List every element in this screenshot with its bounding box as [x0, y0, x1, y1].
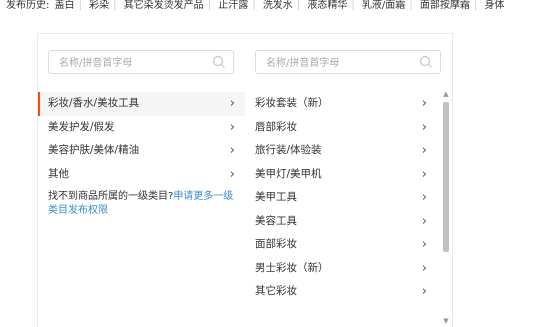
category-item-label: 美容护肤/美体/精油: [48, 144, 140, 156]
category-search-input[interactable]: [264, 51, 418, 75]
divider: |: [113, 0, 117, 11]
category-search-input[interactable]: [57, 51, 211, 75]
subcategory-item[interactable]: 唇部彩妆 ›: [245, 116, 452, 140]
chevron-right-icon: ›: [421, 190, 427, 205]
publish-history-bar: 发布历史: 盖白 | 彩染 | 其它染发烫发产品 | 止汗露 | 洗发水 | 液态精华 | …: [6, 0, 504, 14]
divider: |: [78, 0, 82, 11]
chevron-right-icon: ›: [421, 237, 427, 252]
subcategory-item-label: 旅行装/体验装: [255, 144, 322, 156]
category-item-hair[interactable]: 美发护发/假发 ›: [38, 116, 245, 140]
subcategory-item[interactable]: 美容工具 ›: [245, 210, 452, 234]
subcategory-item[interactable]: 旅行装/体验装 ›: [245, 139, 452, 163]
subcategory-item-label: 唇部彩妆: [255, 120, 297, 133]
subcategory-item-label: 美甲灯/美甲机: [255, 167, 322, 180]
scrollbar[interactable]: ▲ ▼: [442, 90, 450, 327]
category-search-box: [255, 50, 441, 75]
history-item[interactable]: 其它染发烫发产品: [124, 0, 204, 11]
history-item[interactable]: 乳液/面霜: [362, 0, 405, 11]
chevron-right-icon: ›: [229, 143, 235, 158]
category-column-level2: 彩妆套装（新） › 唇部彩妆 › 旅行装/体验装 › 美甲灯/美甲机 › 美甲工…: [245, 33, 453, 327]
chevron-right-icon: ›: [421, 119, 427, 135]
history-item[interactable]: 面部按摩霜: [420, 0, 470, 11]
chevron-right-icon: ›: [421, 284, 427, 299]
chevron-right-icon: ›: [421, 96, 427, 111]
history-item[interactable]: 彩染: [89, 0, 109, 11]
chevron-right-icon: ›: [229, 96, 235, 111]
history-item[interactable]: 洗发水: [263, 0, 293, 11]
subcategory-item-label: 彩妆套装（新）: [255, 97, 329, 109]
history-item[interactable]: 盖白: [55, 0, 75, 11]
category-column-level1: 彩妆/香水/美妆工具 › 美发护发/假发 › 美容护肤/美体/精油 › 其他 ›…: [37, 33, 246, 327]
subcategory-item-label: 面部彩妆: [255, 238, 297, 250]
hint-text: 找不到商品所属的一级类目?: [48, 191, 174, 202]
subcategory-item-label: 男士彩妆（新）: [255, 261, 329, 274]
search-icon[interactable]: [419, 55, 433, 69]
history-item[interactable]: 液态精华: [307, 0, 347, 11]
history-item[interactable]: 止汗露: [218, 0, 248, 11]
subcategory-item[interactable]: 男士彩妆（新） ›: [245, 257, 452, 281]
category-item-label: 其他: [48, 167, 69, 180]
subcategory-item[interactable]: 美甲工具 ›: [245, 186, 452, 210]
search-icon[interactable]: [212, 55, 226, 69]
subcategory-item-label: 美甲工具: [255, 191, 297, 203]
publish-history-label: 发布历史:: [6, 0, 50, 11]
chevron-right-icon: ›: [421, 213, 427, 229]
scrollbar-thumb[interactable]: [443, 102, 449, 252]
category-item-label: 彩妆/香水/美妆工具: [48, 97, 140, 109]
history-item[interactable]: 身体: [484, 0, 504, 11]
category-search-box: [48, 50, 234, 75]
category-item-other[interactable]: 其他 ›: [38, 163, 245, 187]
category-list: 彩妆/香水/美妆工具 › 美发护发/假发 › 美容护肤/美体/精油 › 其他 ›…: [38, 92, 245, 218]
chevron-right-icon: ›: [229, 119, 235, 135]
subcategory-item[interactable]: 其它彩妆 ›: [245, 280, 452, 304]
subcategory-list: 彩妆套装（新） › 唇部彩妆 › 旅行装/体验装 › 美甲灯/美甲机 › 美甲工…: [245, 92, 452, 304]
divider: |: [409, 0, 413, 11]
divider: |: [473, 0, 478, 11]
chevron-right-icon: ›: [421, 166, 427, 182]
subcategory-item[interactable]: 彩妆套装（新） ›: [245, 92, 452, 116]
scroll-down-arrow-icon[interactable]: ▼: [442, 317, 450, 325]
subcategory-item-label: 美容工具: [255, 214, 297, 227]
category-item-label: 美发护发/假发: [48, 120, 115, 133]
divider: |: [296, 0, 301, 11]
missing-category-hint: 找不到商品所属的一级类目?申请更多一级类目发布权限: [38, 186, 245, 218]
chevron-right-icon: ›: [421, 260, 427, 276]
divider: |: [351, 0, 355, 11]
subcategory-item[interactable]: 面部彩妆 ›: [245, 233, 452, 257]
scroll-up-arrow-icon[interactable]: ▲: [442, 90, 450, 98]
subcategory-item-label: 其它彩妆: [255, 285, 297, 297]
category-item-skincare[interactable]: 美容护肤/美体/精油 ›: [38, 139, 245, 163]
divider: |: [252, 0, 256, 11]
divider: |: [207, 0, 212, 11]
category-item-makeup[interactable]: 彩妆/香水/美妆工具 ›: [38, 92, 245, 116]
chevron-right-icon: ›: [229, 166, 235, 182]
subcategory-item[interactable]: 美甲灯/美甲机 ›: [245, 163, 452, 187]
chevron-right-icon: ›: [421, 143, 427, 158]
